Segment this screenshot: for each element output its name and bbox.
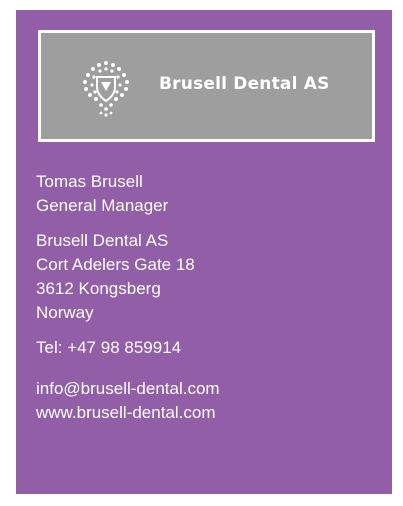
- online-contact: info@brusell-dental.com www.brusell-dent…: [36, 377, 220, 425]
- postal-address: Brusell Dental AS Cort Adelers Gate 18 3…: [36, 229, 195, 325]
- website-link[interactable]: www.brusell-dental.com: [36, 401, 220, 425]
- address-company: Brusell Dental AS: [36, 231, 169, 250]
- address-street: Cort Adelers Gate 18: [36, 255, 195, 274]
- company-logo-banner: Brusell Dental AS: [38, 30, 375, 142]
- phone-number[interactable]: Tel: +47 98 859914: [36, 336, 181, 360]
- logo-company-name: Brusell Dental AS: [159, 74, 330, 94]
- contact-name: Tomas Brusell: [36, 172, 143, 191]
- business-card: Brusell Dental AS Tomas Brusell General …: [16, 10, 392, 494]
- contact-person: Tomas Brusell General Manager: [36, 170, 168, 218]
- address-postal-city: 3612 Kongsberg: [36, 279, 161, 298]
- phone-block: Tel: +47 98 859914: [36, 336, 181, 360]
- address-country: Norway: [36, 303, 94, 322]
- email-link[interactable]: info@brusell-dental.com: [36, 377, 220, 401]
- company-logo-icon: [83, 61, 129, 117]
- contact-title: General Manager: [36, 196, 169, 215]
